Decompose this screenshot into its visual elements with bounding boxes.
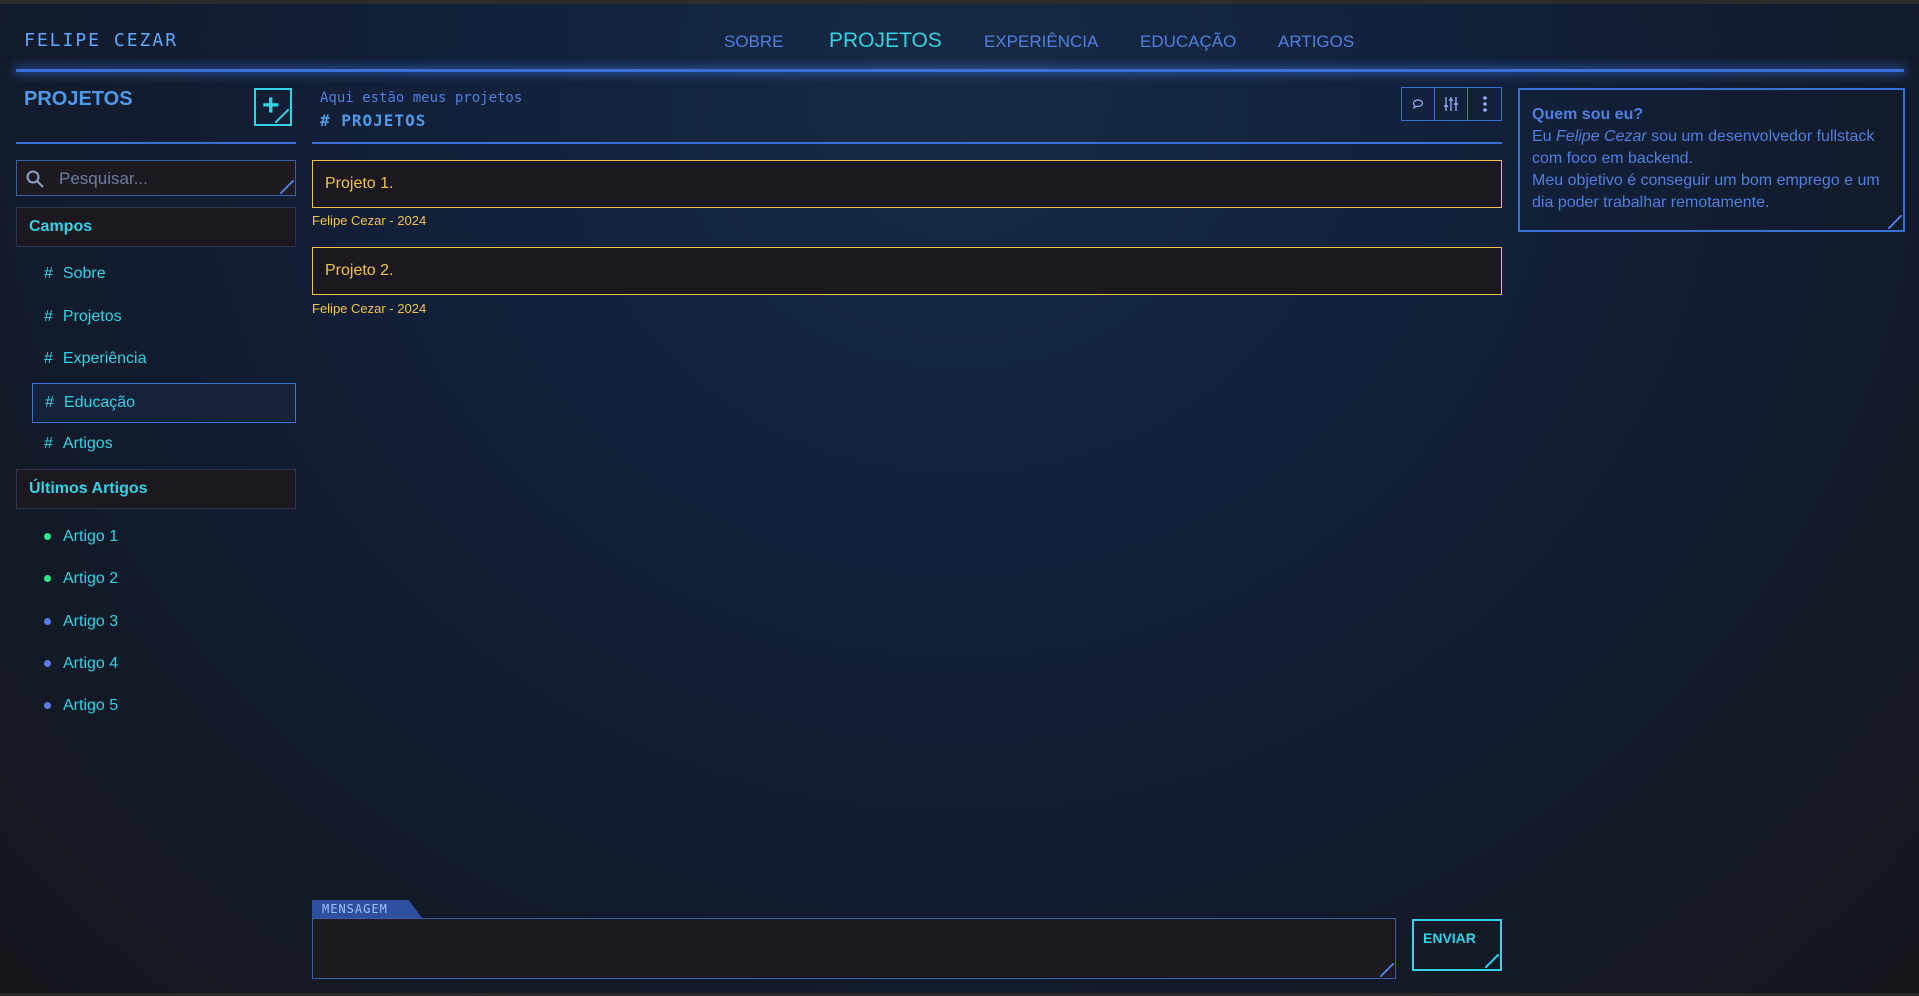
article-label: Artigo 3: [63, 613, 119, 630]
main-divider: [312, 142, 1502, 144]
more-options-button[interactable]: [1468, 88, 1501, 120]
article-item-5[interactable]: Artigo 5: [32, 689, 296, 725]
sidebar-title: PROJETOS: [24, 88, 133, 110]
hash-icon: #: [44, 350, 53, 367]
status-dot-icon: [44, 660, 51, 668]
nav-item-sobre[interactable]: SOBRE: [724, 32, 784, 52]
main-toolbar: [1401, 87, 1502, 121]
sidebar-item-label: Artigos: [62, 435, 113, 452]
article-label: Artigo 2: [63, 570, 119, 587]
sidebar-item-experiencia[interactable]: # Experiência: [32, 340, 296, 380]
project-card-1[interactable]: Projeto 1.: [312, 160, 1502, 208]
page-subtitle: Aqui estão meus projetos: [320, 90, 523, 106]
hash-icon: #: [44, 265, 53, 282]
corner-notch-icon: [1888, 215, 1902, 229]
corner-notch-icon: [1380, 963, 1394, 977]
sidebar-item-label: Projetos: [62, 308, 122, 325]
sidebar-item-label: Sobre: [62, 265, 106, 282]
article-label: Artigo 1: [63, 528, 119, 545]
sidebar-item-label: Experiência: [62, 350, 147, 367]
search-box: [16, 160, 296, 197]
nav-item-experiencia[interactable]: EXPERIÊNCIA: [984, 32, 1098, 52]
hash-icon: #: [44, 435, 53, 452]
chat-bubble-icon: [1412, 99, 1424, 110]
fields-heading: Campos: [16, 207, 296, 247]
sidebar-item-projetos[interactable]: # Projetos: [32, 298, 296, 338]
nav-item-projetos[interactable]: PROJETOS: [829, 29, 942, 53]
nav-item-artigos[interactable]: ARTIGOS: [1278, 32, 1354, 52]
corner-notch-icon: [275, 109, 289, 123]
sliders-icon: [1444, 97, 1458, 111]
status-dot-icon: [44, 575, 51, 583]
corner-notch-icon: [280, 180, 294, 194]
message-box: [312, 918, 1396, 979]
about-text-pre: Eu: [1532, 128, 1557, 145]
message-label: MENSAGEM: [312, 900, 422, 918]
project-meta-2: Felipe Cezar - 2024: [312, 301, 427, 316]
page-title: # PROJETOS: [320, 111, 427, 130]
add-project-button[interactable]: +: [254, 88, 292, 126]
about-goal: Meu objetivo é conseguir um bom emprego …: [1532, 172, 1880, 211]
project-card-2[interactable]: Projeto 2.: [312, 247, 1502, 295]
window-top-edge: [0, 0, 1919, 4]
article-label: Artigo 5: [63, 697, 119, 714]
about-panel: Quem sou eu? Eu Felipe Cezar sou um dese…: [1518, 88, 1905, 232]
about-heading: Quem sou eu?: [1532, 106, 1644, 123]
search-icon: [26, 170, 44, 188]
status-dot-icon: [44, 533, 51, 541]
send-button-label: ENVIAR: [1423, 930, 1476, 946]
sidebar-divider: [16, 142, 296, 144]
top-nav: SOBRE PROJETOS EXPERIÊNCIA EDUCAÇÃO ARTI…: [0, 29, 1919, 56]
send-button[interactable]: ENVIAR: [1412, 919, 1502, 971]
sidebar-item-label: Educação: [63, 394, 136, 411]
article-item-1[interactable]: Artigo 1: [32, 520, 296, 556]
sidebar-item-sobre[interactable]: # Sobre: [32, 255, 296, 295]
sidebar-item-artigos[interactable]: # Artigos: [32, 425, 296, 465]
project-meta-1: Felipe Cezar - 2024: [312, 213, 427, 228]
article-item-4[interactable]: Artigo 4: [32, 647, 296, 683]
header-divider: [16, 69, 1904, 72]
about-name: Felipe Cezar: [1556, 128, 1647, 145]
status-dot-icon: [44, 702, 51, 710]
corner-notch-icon: [1485, 954, 1499, 968]
comments-button[interactable]: [1402, 88, 1435, 120]
more-vertical-icon: [1482, 96, 1487, 112]
message-input[interactable]: [313, 919, 1395, 978]
status-dot-icon: [44, 618, 51, 626]
search-input[interactable]: [57, 161, 281, 197]
hash-icon: #: [44, 308, 53, 325]
article-item-3[interactable]: Artigo 3: [32, 605, 296, 641]
article-label: Artigo 4: [63, 655, 119, 672]
hash-icon: #: [45, 394, 54, 411]
nav-item-educacao[interactable]: EDUCAÇÃO: [1140, 32, 1236, 52]
filter-button[interactable]: [1435, 88, 1468, 120]
article-item-2[interactable]: Artigo 2: [32, 562, 296, 598]
latest-articles-heading: Últimos Artigos: [16, 469, 296, 509]
sidebar-item-educacao[interactable]: # Educação: [32, 383, 296, 423]
